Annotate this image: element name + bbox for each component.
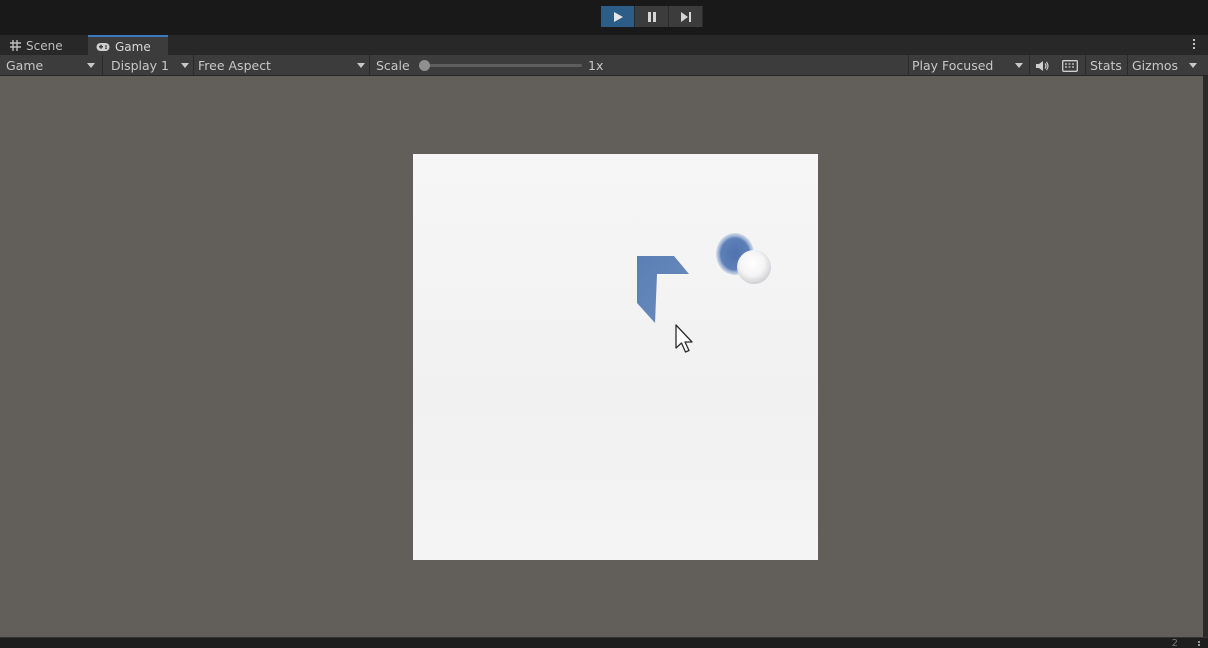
mute-audio-button[interactable]: [1035, 55, 1053, 76]
scale-slider-handle[interactable]: [419, 60, 430, 71]
stats-button[interactable]: Stats: [1090, 55, 1122, 76]
chevron-down-icon: [181, 63, 189, 68]
scale-value: 1x: [588, 58, 604, 73]
play-icon: [613, 11, 623, 22]
status-bar: 2: [0, 637, 1208, 648]
game-toolbar: Game Display 1 Free Aspect Scale 1x Play…: [0, 55, 1208, 76]
tab-game-label: Game: [115, 39, 151, 54]
window-tab-strip: Scene Game: [0, 34, 1208, 56]
sphere: [716, 233, 771, 284]
aspect-label: Free Aspect: [198, 58, 271, 73]
aspect-dropdown[interactable]: Free Aspect: [198, 55, 368, 76]
game-render-area[interactable]: [413, 154, 818, 560]
chevron-down-icon: [1189, 63, 1197, 68]
play-mode-dropdown[interactable]: Play Focused: [912, 55, 1027, 76]
step-button[interactable]: [669, 6, 703, 27]
speaker-icon: [1036, 60, 1049, 71]
display-dropdown[interactable]: Display 1: [111, 55, 191, 76]
vertical-scrollbar[interactable]: [1203, 76, 1208, 638]
chevron-down-icon: [1015, 63, 1023, 68]
play-button[interactable]: [601, 6, 635, 27]
play-toolbar: [0, 0, 1208, 34]
more-options-icon[interactable]: [1197, 641, 1200, 648]
grid-icon: [10, 40, 21, 51]
tab-game[interactable]: Game: [88, 35, 168, 56]
game-view[interactable]: [0, 76, 1203, 637]
divider: [1127, 55, 1128, 76]
view-mode-dropdown[interactable]: Game: [6, 55, 100, 76]
divider: [193, 55, 194, 76]
scale-slider-track[interactable]: [424, 64, 582, 67]
divider: [102, 55, 103, 76]
divider: [908, 55, 909, 76]
display-label: Display 1: [111, 58, 170, 73]
keyboard-icon: [1062, 59, 1078, 72]
status-hint: 2: [1171, 638, 1178, 648]
chevron-down-icon: [357, 63, 365, 68]
stats-label: Stats: [1090, 58, 1122, 73]
gamepad-icon: [96, 42, 110, 51]
shortcuts-button[interactable]: [1062, 55, 1082, 76]
gizmos-label: Gizmos: [1132, 58, 1179, 73]
tab-scene[interactable]: Scene: [2, 35, 86, 56]
pause-button[interactable]: [635, 6, 669, 27]
play-controls: [601, 6, 703, 27]
mouse-cursor-icon: [675, 324, 693, 353]
step-icon: [680, 11, 691, 22]
more-options-icon[interactable]: [1192, 38, 1196, 52]
gizmos-dropdown[interactable]: Gizmos: [1132, 55, 1178, 76]
scale-label: Scale: [376, 58, 410, 73]
tab-scene-label: Scene: [26, 38, 63, 53]
play-mode-label: Play Focused: [912, 58, 994, 73]
view-mode-label: Game: [6, 58, 44, 73]
pause-icon: [647, 11, 656, 22]
divider: [369, 55, 370, 76]
chevron-down-icon: [87, 63, 95, 68]
chevron-shape: [637, 256, 689, 323]
divider: [1085, 55, 1086, 76]
divider: [1029, 55, 1030, 76]
